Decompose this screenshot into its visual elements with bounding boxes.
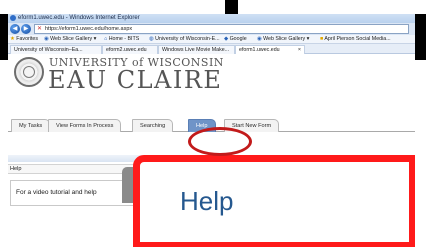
tab-view-forms[interactable]: View Forms In Process [48,119,122,132]
browser-tab-eform2[interactable]: eform2.uwec.edu [102,45,158,54]
fav-web-slice-1[interactable]: ◉ Web Slice Gallery ▾ [44,35,96,44]
home-icon: ⌂ [104,36,108,42]
frame-white-top-right [238,0,426,14]
help-intro-text: For a video tutorial and help [16,189,97,196]
help-callout: Help [133,155,415,247]
callout-label: Help [180,186,234,216]
ie-icon [10,15,16,21]
web-slice-icon: ◉ [257,36,262,42]
frame-white-right [415,60,426,250]
address-bar[interactable]: ✕ https://eform1.uwec.edu/home.aspx [34,24,409,34]
browser-tab-row: University of Wisconsin–Ea... eform2.uwe… [8,44,415,54]
fav-home-bits[interactable]: ⌂ Home - BITS [104,35,139,44]
university-seal-icon [14,57,44,87]
browser-tab-movie-maker[interactable]: Windows Live Movie Make... [158,45,235,54]
star-icon: ★ [10,36,15,42]
fav-google[interactable]: ◆ Google [224,35,247,44]
browser-tab-eform1[interactable]: eform1.uwec.edu × [235,45,305,54]
close-tab-icon[interactable]: × [298,46,301,54]
frame-white-top-left [0,0,225,14]
browser-tab-uw[interactable]: University of Wisconsin–Ea... [10,45,102,54]
site-header: UNIVERSITY of WISCONSIN EAU CLAIRE [8,55,415,115]
frame-white-left [0,60,8,250]
window-title: eform1.uwec.edu - Windows Internet Explo… [18,15,140,21]
bookmark-icon: ■ [320,36,324,42]
fav-uw-eau-claire[interactable]: ◍ University of Wisconsin-E... [149,35,220,44]
globe-icon: ◍ [149,36,154,42]
fav-web-slice-2[interactable]: ◉ Web Slice Gallery ▾ [257,35,309,44]
address-row: ◀ ▶ ✕ https://eform1.uwec.edu/home.aspx [8,23,415,35]
favorites-button[interactable]: ★ Favorites [10,35,38,44]
tab-my-tasks[interactable]: My Tasks [11,119,51,132]
security-error-icon: ✕ [37,26,43,32]
google-icon: ◆ [224,36,229,42]
back-icon[interactable]: ◀ [10,24,20,34]
address-text: https://eform1.uwec.edu/home.aspx [45,26,133,32]
campus-name: EAU CLAIRE [48,66,223,94]
web-slice-icon: ◉ [44,36,49,42]
fav-april-pierson[interactable]: ■ April Pierson Social Media... [320,35,391,44]
window-titlebar: eform1.uwec.edu - Windows Internet Explo… [8,14,415,23]
favorites-bar: ★ Favorites ◉ Web Slice Gallery ▾ ⌂ Home… [8,35,415,44]
browser-window: eform1.uwec.edu - Windows Internet Explo… [8,14,415,247]
highlight-ellipse [188,127,252,156]
forward-icon[interactable]: ▶ [21,24,31,34]
tab-searching[interactable]: Searching [132,119,174,132]
